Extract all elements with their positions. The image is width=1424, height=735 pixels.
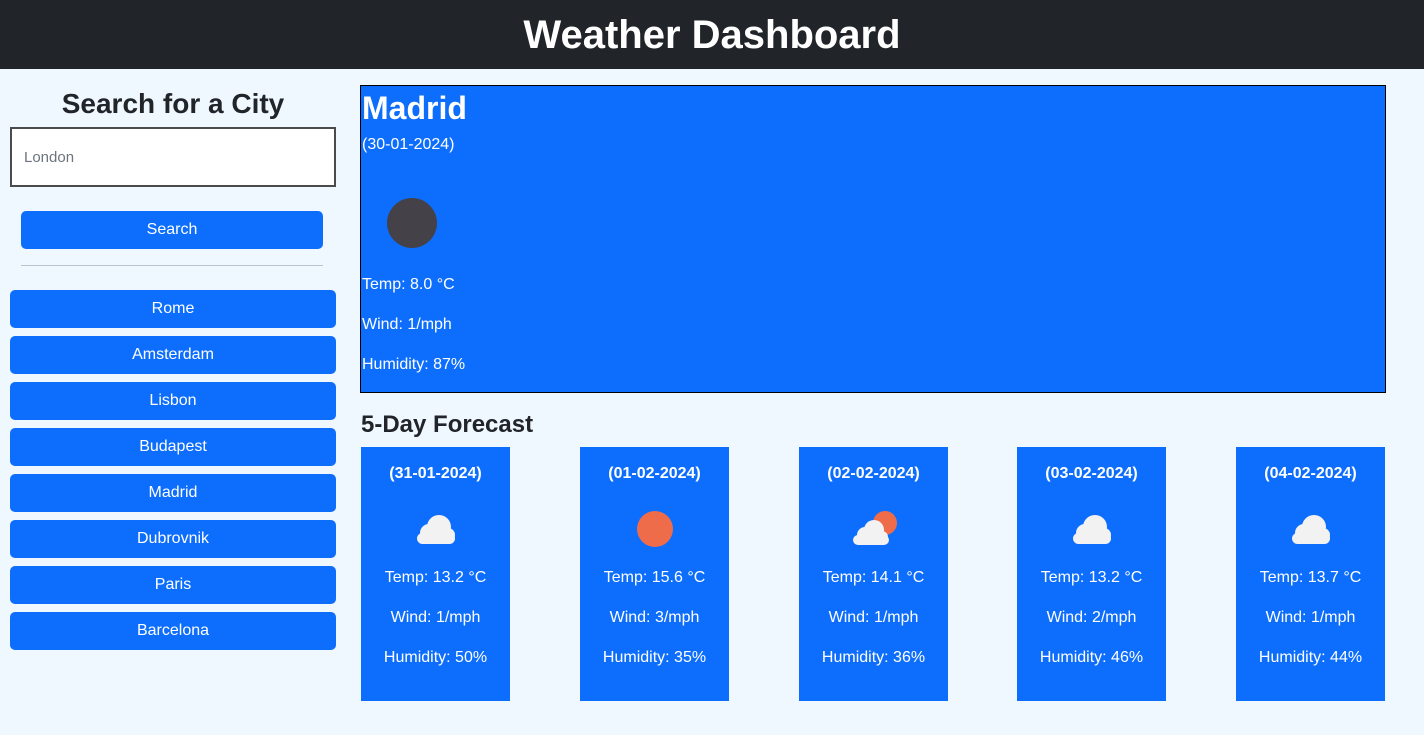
city-button-dubrovnik[interactable]: Dubrovnik: [10, 520, 336, 558]
forecast-temp: Temp: 13.7 °C: [1259, 569, 1362, 586]
app-header: Weather Dashboard: [0, 0, 1424, 69]
partly-cloudy-icon: [852, 511, 897, 545]
city-button-amsterdam[interactable]: Amsterdam: [10, 336, 336, 374]
forecast-card: (03-02-2024) Temp: 13.2 °C Wind: 2/mph H…: [1017, 447, 1166, 701]
forecast-card: (04-02-2024) Temp: 13.7 °C Wind: 1/mph H…: [1236, 447, 1385, 701]
cloud-icon: [1072, 515, 1111, 544]
forecast-humidity: Humidity: 44%: [1258, 649, 1363, 666]
forecast-heading: 5-Day Forecast: [361, 411, 534, 438]
city-button-paris[interactable]: Paris: [10, 566, 336, 604]
moon-icon: [387, 198, 437, 248]
divider: [21, 265, 323, 266]
city-button-madrid[interactable]: Madrid: [10, 474, 336, 512]
forecast-temp: Temp: 14.1 °C: [822, 569, 925, 586]
forecast-wind: Wind: 2/mph: [1046, 609, 1137, 626]
forecast-humidity: Humidity: 46%: [1039, 649, 1144, 666]
city-button-budapest[interactable]: Budapest: [10, 428, 336, 466]
forecast-temp: Temp: 13.2 °C: [1040, 569, 1143, 586]
search-heading: Search for a City: [61, 88, 285, 119]
forecast-wind: Wind: 1/mph: [390, 609, 481, 626]
forecast-card: (02-02-2024) Temp: 14.1 °C Wind: 1/mph H…: [799, 447, 948, 701]
city-button-barcelona[interactable]: Barcelona: [10, 612, 336, 650]
current-city-name: Madrid: [362, 90, 467, 126]
forecast-date: (01-02-2024): [608, 465, 701, 482]
page-title: Weather Dashboard: [523, 12, 901, 57]
current-humidity: Humidity: 87%: [362, 356, 466, 373]
forecast-date: (02-02-2024): [827, 465, 920, 482]
city-button-lisbon[interactable]: Lisbon: [10, 382, 336, 420]
search-button[interactable]: Search: [21, 211, 323, 249]
sun-icon: [636, 511, 673, 547]
cloud-icon: [1291, 515, 1330, 544]
forecast-temp: Temp: 13.2 °C: [384, 569, 487, 586]
current-date: (30-01-2024): [362, 136, 455, 153]
forecast-date: (03-02-2024): [1045, 465, 1138, 482]
forecast-wind: Wind: 1/mph: [1265, 609, 1356, 626]
forecast-wind: Wind: 3/mph: [609, 609, 700, 626]
forecast-date: (04-02-2024): [1264, 465, 1357, 482]
sidebar: Search for a City Search Rome Amsterdam …: [10, 69, 336, 658]
cloud-icon: [416, 515, 455, 544]
current-wind: Wind: 1/mph: [362, 316, 452, 333]
forecast-humidity: Humidity: 36%: [821, 649, 926, 666]
search-input[interactable]: [10, 127, 336, 187]
forecast-wind: Wind: 1/mph: [828, 609, 919, 626]
city-button-rome[interactable]: Rome: [10, 290, 336, 328]
current-weather-panel: Madrid (30-01-2024) Temp: 8.0 °C Wind: 1…: [360, 85, 1386, 393]
forecast-temp: Temp: 15.6 °C: [603, 569, 706, 586]
current-temp: Temp: 8.0 °C: [362, 276, 455, 293]
forecast-humidity: Humidity: 35%: [602, 649, 707, 666]
forecast-date: (31-01-2024): [389, 465, 482, 482]
forecast-card: (01-02-2024) Temp: 15.6 °C Wind: 3/mph H…: [580, 447, 729, 701]
forecast-humidity: Humidity: 50%: [383, 649, 488, 666]
forecast-card: (31-01-2024) Temp: 13.2 °C Wind: 1/mph H…: [361, 447, 510, 701]
city-history-list: Rome Amsterdam Lisbon Budapest Madrid Du…: [10, 290, 336, 650]
